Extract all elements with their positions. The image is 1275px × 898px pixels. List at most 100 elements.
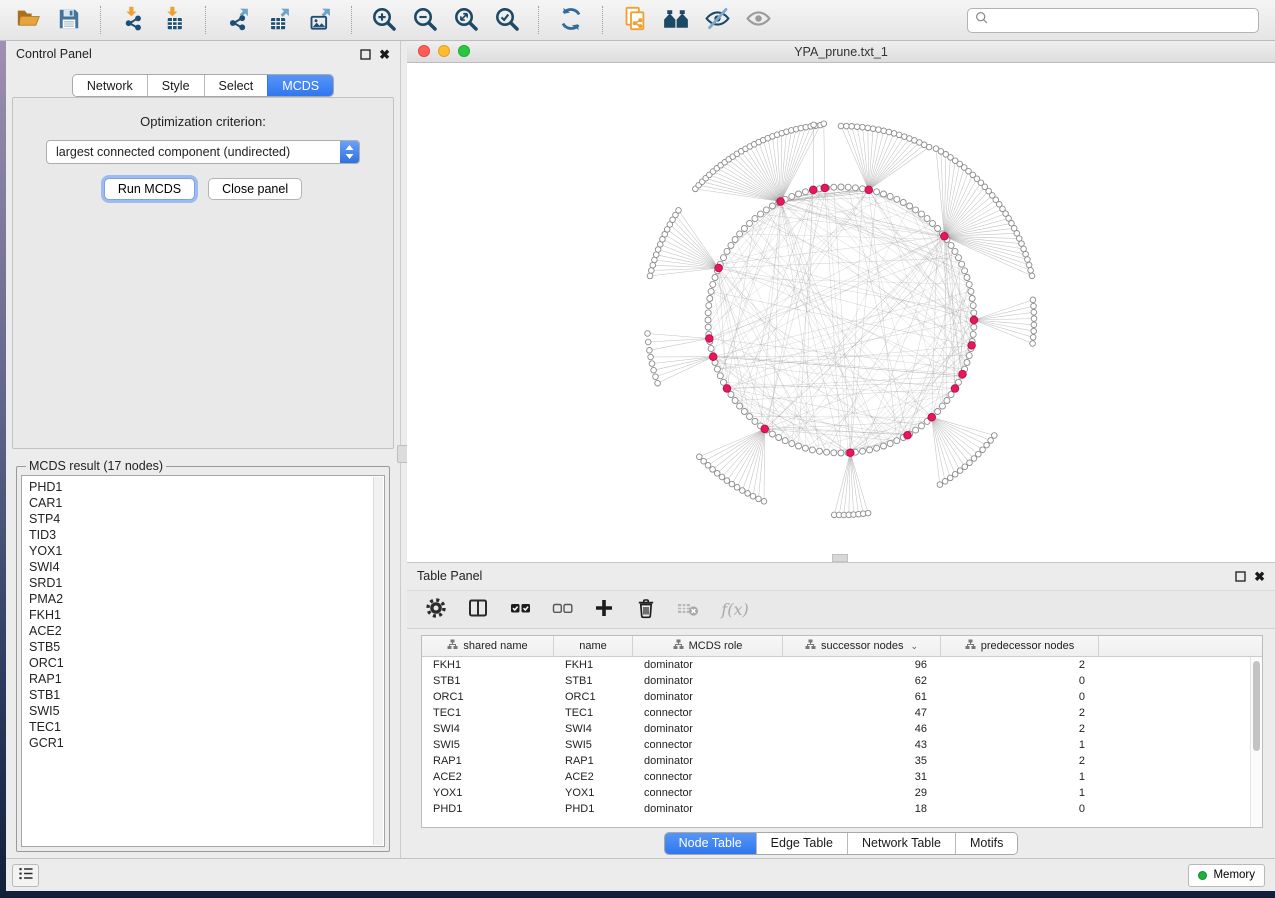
toolbar-separator	[351, 6, 353, 34]
apply-layout-button[interactable]	[553, 3, 589, 37]
table-row[interactable]: STB1STB1dominator620	[422, 673, 1262, 689]
table-scrollbar[interactable]	[1250, 657, 1262, 827]
delete-column-button[interactable]	[633, 597, 659, 623]
table-row[interactable]: FKH1FKH1dominator962	[422, 657, 1262, 673]
show-columns-button[interactable]	[465, 597, 491, 623]
column-header-shared-name[interactable]: shared name	[422, 636, 554, 656]
zoom-out-button[interactable]	[407, 3, 443, 37]
result-node-item[interactable]: ACE2	[29, 623, 372, 639]
result-node-item[interactable]: CAR1	[29, 495, 372, 511]
select-stepper-icon	[340, 141, 359, 163]
zoom-selected-button[interactable]	[489, 3, 525, 37]
mcds-result-list[interactable]: PHD1CAR1STP4TID3YOX1SWI4SRD1PMA2FKH1ACE2…	[21, 475, 385, 847]
table-cell: 35	[783, 755, 941, 767]
table-row[interactable]: TEC1TEC1connector472	[422, 705, 1262, 721]
save-session-button[interactable]	[51, 3, 87, 37]
table-cell: 31	[783, 771, 941, 783]
result-node-item[interactable]: SWI4	[29, 559, 372, 575]
tab-network-table[interactable]: Network Table	[847, 833, 955, 854]
create-column-button[interactable]	[591, 597, 617, 623]
result-node-item[interactable]: PMA2	[29, 591, 372, 607]
table-row[interactable]: ACE2ACE2connector311	[422, 769, 1262, 785]
table-panel-header: Table Panel ✖	[407, 563, 1275, 589]
table-cell: 18	[783, 803, 941, 815]
column-header-name[interactable]: name	[554, 636, 633, 656]
table-mode-button[interactable]	[423, 597, 449, 623]
first-neighbors-button[interactable]	[658, 3, 694, 37]
result-node-item[interactable]: SWI5	[29, 703, 372, 719]
tab-style[interactable]: Style	[147, 75, 204, 96]
result-node-item[interactable]: SRD1	[29, 575, 372, 591]
open-session-button[interactable]	[10, 3, 46, 37]
table-row[interactable]: SWI5SWI5connector431	[422, 737, 1262, 753]
column-header-predecessor-nodes[interactable]: predecessor nodes	[941, 636, 1099, 656]
result-node-item[interactable]: TEC1	[29, 719, 372, 735]
tab-motifs[interactable]: Motifs	[955, 833, 1017, 854]
close-table-panel-button[interactable]: ✖	[1254, 570, 1265, 583]
table-row[interactable]: YOX1YOX1connector291	[422, 785, 1262, 801]
table-row[interactable]: RAP1RAP1dominator352	[422, 753, 1262, 769]
result-node-item[interactable]: STP4	[29, 511, 372, 527]
show-all-button[interactable]	[740, 3, 776, 37]
close-mcds-panel-button[interactable]: Close panel	[208, 178, 302, 200]
new-network-from-selection-button[interactable]	[617, 3, 653, 37]
network-canvas[interactable]	[407, 63, 1275, 562]
export-network-button[interactable]	[220, 3, 256, 37]
minimize-window-icon[interactable]	[438, 45, 450, 57]
result-node-item[interactable]: RAP1	[29, 671, 372, 687]
node-table[interactable]: shared namenameMCDS rolesuccessor nodes⌄…	[421, 635, 1263, 828]
zoom-in-button[interactable]	[366, 3, 402, 37]
search-field[interactable]	[967, 8, 1259, 33]
shared-column-icon	[447, 639, 458, 653]
export-table-button[interactable]	[261, 3, 297, 37]
zoom-in-icon	[370, 5, 398, 36]
task-history-button[interactable]	[12, 864, 39, 887]
horizontal-splitter-grip[interactable]	[832, 554, 848, 562]
export-image-button[interactable]	[302, 3, 338, 37]
result-node-item[interactable]: ORC1	[29, 655, 372, 671]
tab-edge-table[interactable]: Edge Table	[756, 833, 847, 854]
network-graph[interactable]	[407, 63, 1275, 563]
result-node-item[interactable]: STB1	[29, 687, 372, 703]
scrollbar-thumb[interactable]	[1253, 661, 1260, 751]
table-row[interactable]: ORC1ORC1dominator610	[422, 689, 1262, 705]
panel-splitter[interactable]	[400, 41, 407, 858]
result-node-item[interactable]: YOX1	[29, 543, 372, 559]
result-node-item[interactable]: FKH1	[29, 607, 372, 623]
float-panel-button[interactable]	[360, 49, 371, 60]
import-table-button[interactable]	[156, 3, 192, 37]
optimization-select[interactable]: largest connected component (undirected)	[46, 140, 360, 164]
memory-button[interactable]: Memory	[1188, 864, 1265, 887]
float-table-panel-button[interactable]	[1235, 571, 1246, 582]
run-mcds-button[interactable]: Run MCDS	[104, 178, 195, 200]
select-all-button[interactable]	[507, 597, 533, 623]
network-window-titlebar[interactable]: YPA_prune.txt_1	[407, 41, 1275, 63]
close-panel-button[interactable]: ✖	[379, 48, 390, 61]
result-list-scrollbar[interactable]	[373, 477, 383, 845]
search-input[interactable]	[994, 10, 1251, 30]
column-header-successor-nodes[interactable]: successor nodes⌄	[783, 636, 941, 656]
tab-select[interactable]: Select	[204, 75, 268, 96]
column-header-mcds-role[interactable]: MCDS role	[633, 636, 783, 656]
delete-table-button	[675, 597, 701, 623]
table-row[interactable]: PHD1PHD1dominator180	[422, 801, 1262, 817]
result-node-item[interactable]: PHD1	[29, 479, 372, 495]
hide-selected-button[interactable]	[699, 3, 735, 37]
result-node-item[interactable]: GCR1	[29, 735, 372, 751]
result-node-item[interactable]: STB5	[29, 639, 372, 655]
close-window-icon[interactable]	[418, 45, 430, 57]
tab-network[interactable]: Network	[73, 75, 147, 96]
table-cell: TEC1	[422, 707, 554, 719]
network-window-title: YPA_prune.txt_1	[407, 45, 1275, 59]
fit-content-button[interactable]	[448, 3, 484, 37]
tab-node-table[interactable]: Node Table	[665, 833, 756, 854]
table-row[interactable]: SWI4SWI4dominator462	[422, 721, 1262, 737]
toolbar-separator	[538, 6, 540, 34]
import-network-button[interactable]	[115, 3, 151, 37]
deselect-all-button[interactable]	[549, 597, 575, 623]
tab-mcds[interactable]: MCDS	[267, 75, 333, 96]
result-node-item[interactable]: TID3	[29, 527, 372, 543]
maximize-window-icon[interactable]	[458, 45, 470, 57]
table-cell: STB1	[554, 675, 633, 687]
table-cell: 96	[783, 659, 941, 671]
